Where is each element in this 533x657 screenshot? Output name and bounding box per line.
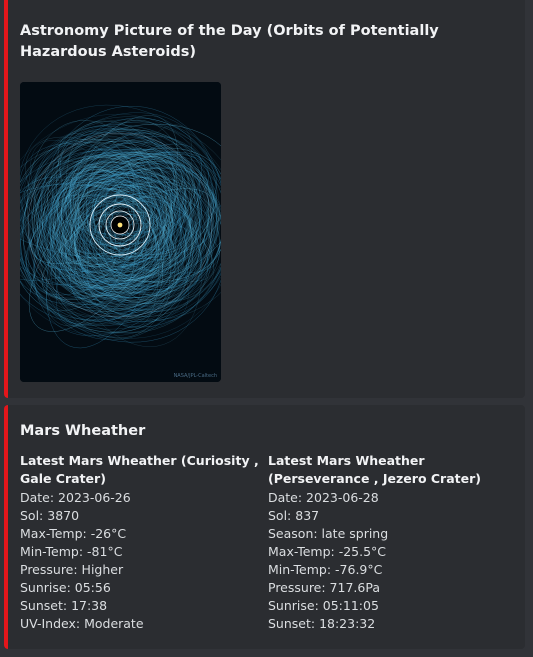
perseverance-pressure: Pressure: 717.6Pa [268,580,380,595]
perseverance-min-temp: Min-Temp: -76.9°C [268,562,383,577]
mars-weather-embed: Mars Wheather Latest Mars Wheather (Curi… [4,405,525,649]
perseverance-sunrise: Sunrise: 05:11:05 [268,598,379,613]
apod-embed: Astronomy Picture of the Day (Orbits of … [4,0,525,398]
mars-weather-title: Mars Wheather [20,423,146,439]
curiosity-sunrise: Sunrise: 05:56 [20,580,111,595]
perseverance-weather-field: Latest Mars Wheather (Perseverance , Jez… [268,452,508,633]
image-credit: NASA/JPL-Caltech [173,373,217,379]
perseverance-sol: Sol: 837 [268,508,320,523]
curiosity-min-temp: Min-Temp: -81°C [20,544,123,559]
curiosity-sunset: Sunset: 17:38 [20,598,108,613]
perseverance-date: Date: 2023-06-28 [268,490,379,505]
apod-embed-title: Astronomy Picture of the Day (Orbits of … [20,23,439,60]
asteroid-orbits-image[interactable]: NASA/JPL-Caltech [20,82,221,382]
curiosity-uv-index: UV-Index: Moderate [20,616,144,631]
perseverance-sunset: Sunset: 18:23:32 [268,616,376,631]
curiosity-weather-field: Latest Mars Wheather (Curiosity , Gale C… [20,452,260,633]
perseverance-season: Season: late spring [268,526,389,541]
perseverance-max-temp: Max-Temp: -25.5°C [268,544,387,559]
curiosity-max-temp: Max-Temp: -26°C [20,526,127,541]
curiosity-date: Date: 2023-06-26 [20,490,131,505]
asteroid-orbits-graphic [20,82,221,382]
curiosity-sol: Sol: 3870 [20,508,80,523]
curiosity-field-name: Latest Mars Wheather (Curiosity , Gale C… [20,453,259,486]
curiosity-pressure: Pressure: Higher [20,562,124,577]
perseverance-field-name: Latest Mars Wheather (Perseverance , Jez… [268,453,481,486]
